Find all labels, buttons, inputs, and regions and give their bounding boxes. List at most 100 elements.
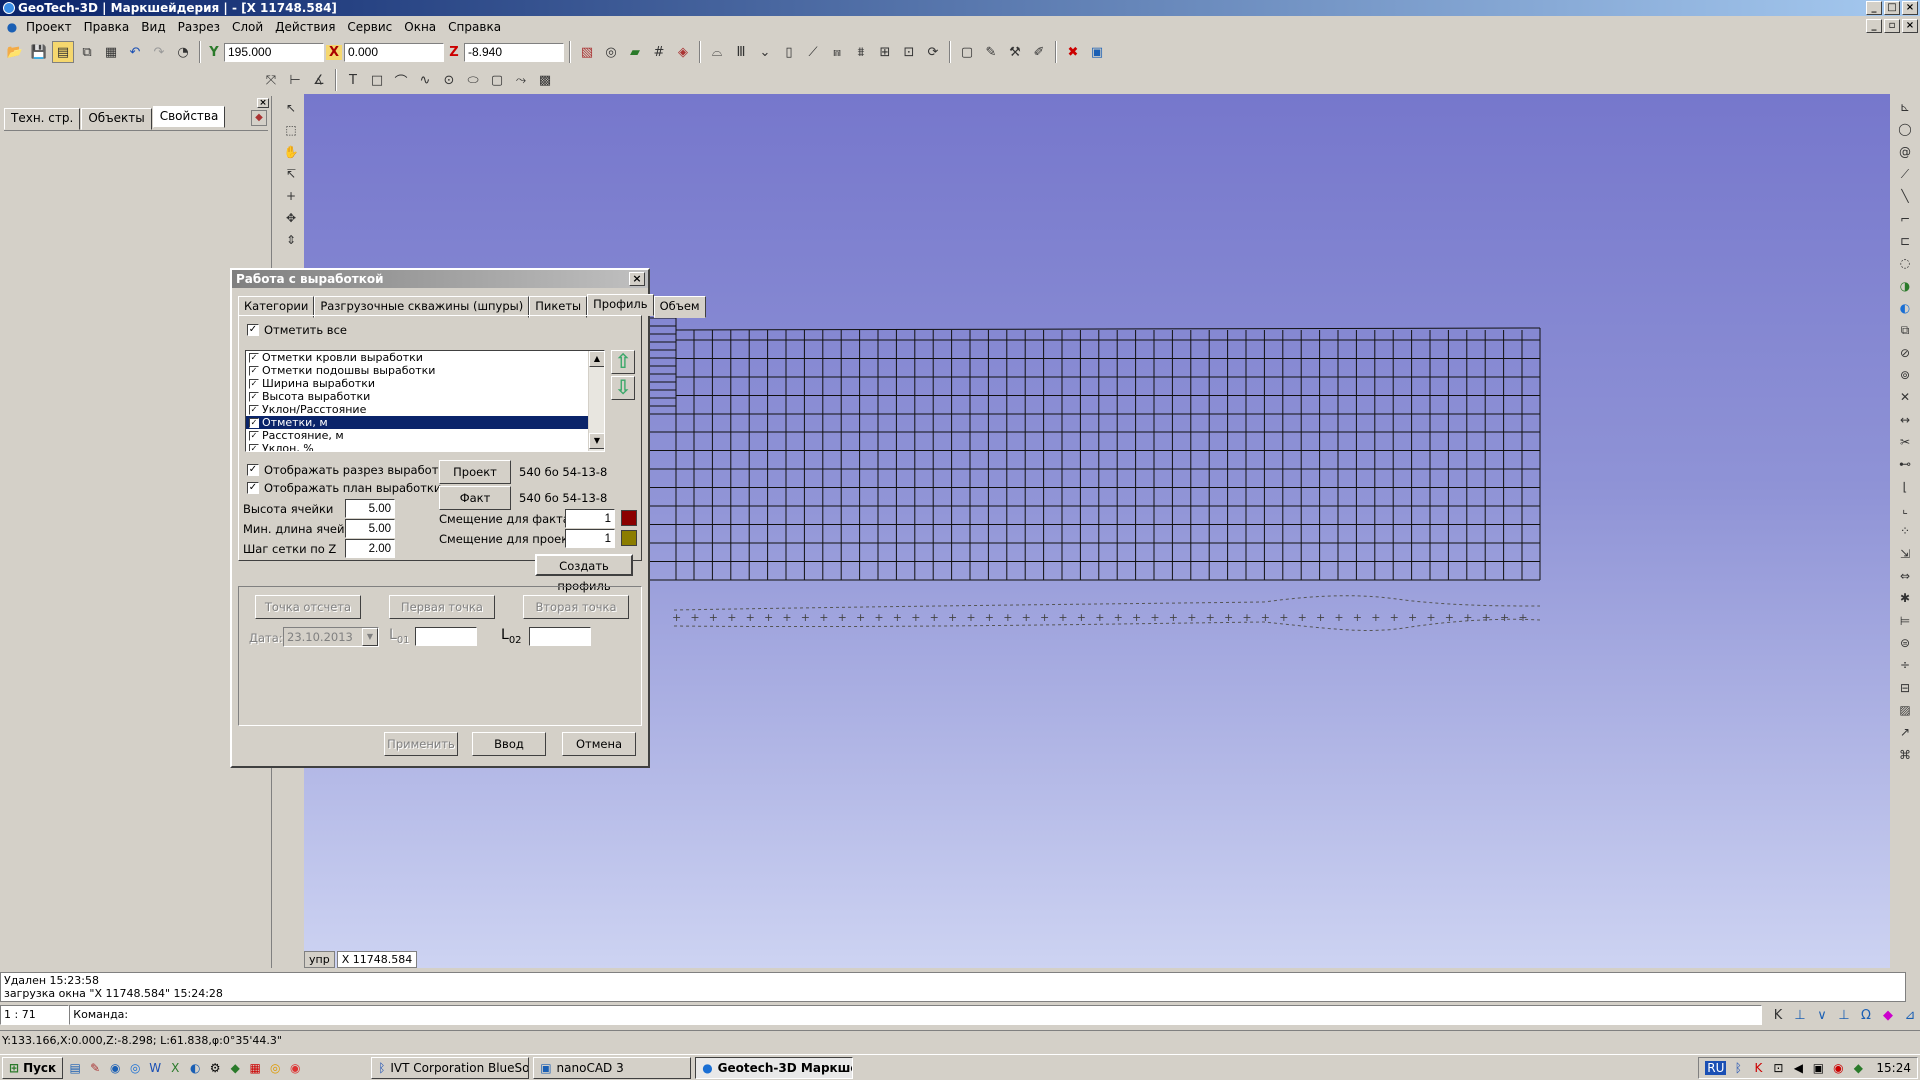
ellipse-icon[interactable]: ⬭ (462, 69, 484, 91)
circle-icon[interactable]: ⊙ (438, 69, 460, 91)
quicklaunch-icon[interactable]: ◎ (127, 1060, 143, 1076)
minimize-button[interactable]: _ (1866, 1, 1882, 15)
tab-tech-structure[interactable]: Техн. стр. (4, 108, 81, 130)
close-button[interactable]: × (1902, 1, 1918, 15)
cell-height-input[interactable] (345, 499, 395, 518)
open-icon[interactable]: 📂 (4, 41, 26, 63)
check-all-checkbox[interactable]: ✓ Отметить все (247, 322, 347, 338)
antivirus-icon[interactable]: K (1750, 1060, 1766, 1076)
add-point-icon[interactable]: + (281, 186, 301, 206)
compass-icon[interactable]: ◑ (1894, 277, 1916, 295)
lasso-icon[interactable]: ↸ (281, 164, 301, 184)
polar-icon[interactable]: ∨ (1812, 1005, 1832, 1025)
join-icon[interactable]: ⊷ (1894, 455, 1916, 473)
explode-icon[interactable]: ✱ (1894, 589, 1916, 607)
language-indicator[interactable]: RU (1705, 1061, 1727, 1075)
quicklaunch-icon[interactable]: ◎ (267, 1060, 283, 1076)
spiral-icon[interactable]: @ (1894, 143, 1916, 161)
checkbox-icon[interactable]: ✓ (249, 378, 259, 389)
dialog-close-icon[interactable]: × (629, 272, 645, 286)
apply-button[interactable]: Применить (384, 732, 458, 756)
menu-section[interactable]: Разрез (172, 17, 226, 37)
tab-section-view[interactable]: X 11748.584 (336, 951, 418, 968)
checkbox-icon[interactable]: ✓ (249, 404, 259, 415)
dialog-title-bar[interactable]: Работа с выработкой × (232, 270, 648, 288)
stairs-icon[interactable]: ⊏ (1894, 232, 1916, 250)
y-coord-input[interactable] (224, 42, 324, 62)
rotate-icon[interactable]: ⟳ (922, 41, 944, 63)
ortho-icon[interactable]: ⊥ (1790, 1005, 1810, 1025)
tunnel-icon[interactable]: ⌓ (706, 41, 728, 63)
list-item[interactable]: ✓ Отметки кровли выработки (246, 351, 604, 364)
fact-button[interactable]: Факт (439, 486, 511, 510)
list-item[interactable]: ✓ Ширина выработки (246, 377, 604, 390)
layer-icon[interactable]: ◐ (1894, 299, 1916, 317)
osnap-icon[interactable]: ◆ (1878, 1005, 1898, 1025)
hatch-icon[interactable]: ▧ (576, 41, 598, 63)
menu-layer[interactable]: Слой (226, 17, 269, 37)
scale-icon[interactable]: ⇲ (1894, 545, 1916, 563)
curve-icon[interactable]: ∿ (414, 69, 436, 91)
second-point-button[interactable]: Вторая точка (523, 595, 629, 619)
rectangle-icon[interactable]: □ (366, 69, 388, 91)
quicklaunch-icon[interactable]: ▦ (247, 1060, 263, 1076)
extend-icon[interactable]: ↔ (1894, 411, 1916, 429)
line-icon[interactable]: ╲ (1894, 187, 1916, 205)
volume-icon[interactable]: ◀ (1790, 1060, 1806, 1076)
offset-fact-input[interactable] (565, 509, 615, 528)
text-icon[interactable]: T (342, 69, 364, 91)
frame-icon[interactable]: ⊡ (898, 41, 920, 63)
scroll-up-icon[interactable]: ▲ (589, 351, 604, 367)
drill-icon[interactable]: ⟋ (802, 41, 824, 63)
l02-input[interactable] (529, 627, 591, 646)
mirror-icon[interactable]: ⊘ (1894, 344, 1916, 362)
surface-icon[interactable]: ▰ (624, 41, 646, 63)
create-profile-button[interactable]: Создать профиль (535, 554, 633, 593)
project-button[interactable]: Проект (439, 460, 511, 484)
list-item[interactable]: ✓ Уклон/Расстояние (246, 403, 604, 416)
panel-close-icon[interactable]: × (257, 98, 269, 108)
wall-icon[interactable]: ⊟ (1894, 679, 1916, 697)
start-button[interactable]: ⊞ Пуск (2, 1056, 64, 1079)
offset-icon[interactable]: ⊚ (1894, 366, 1916, 384)
chevron-down-icon[interactable]: ▼ (362, 628, 378, 646)
copy-object-icon[interactable]: ⧉ (1894, 321, 1916, 339)
cancel-button[interactable]: Отмена (562, 732, 636, 756)
grid-snap-icon[interactable]: ⊥ (1834, 1005, 1854, 1025)
tray-icon[interactable]: ▣ (1810, 1060, 1826, 1076)
snap-icon[interactable]: ⤧ (260, 69, 282, 91)
move-icon[interactable]: ⇕ (281, 230, 301, 250)
array-icon[interactable]: ⁘ (1894, 522, 1916, 540)
maximize-button[interactable]: □ (1884, 1, 1900, 15)
pencil-icon[interactable]: ✐ (1028, 41, 1050, 63)
bluetooth-tray-icon[interactable]: ᛒ (1730, 1060, 1746, 1076)
arc-icon[interactable]: ⌒ (390, 69, 412, 91)
magnet-icon[interactable]: Ω (1856, 1005, 1876, 1025)
network-icon[interactable]: ⊡ (1770, 1060, 1786, 1076)
cube-icon[interactable]: ◈ (672, 41, 694, 63)
edit-icon[interactable]: ✎ (980, 41, 1002, 63)
reference-point-button[interactable]: Точка отсчета (255, 595, 361, 619)
divide-icon[interactable]: ÷ (1894, 656, 1916, 674)
rail-icon[interactable]: ⩩ (850, 41, 872, 63)
road-icon[interactable]: ⩎ (826, 41, 848, 63)
drop-icon[interactable]: ◌ (1894, 254, 1916, 272)
task-geotech[interactable]: ● Geotech-3D Маркшей... (695, 1056, 854, 1079)
menu-project[interactable]: Проект (20, 17, 78, 37)
delete-layer-icon[interactable]: ✖ (1062, 41, 1084, 63)
tab-model[interactable]: упр (304, 951, 335, 968)
enter-button[interactable]: Ввод (472, 732, 546, 756)
align-icon[interactable]: ⊨ (1894, 612, 1916, 630)
tab-objects[interactable]: Объекты (81, 108, 152, 130)
menu-service[interactable]: Сервис (341, 17, 398, 37)
menu-actions[interactable]: Действия (269, 17, 341, 37)
list-item[interactable]: ✓ Уклон, % (246, 442, 604, 451)
corner-icon[interactable]: ⌐ (1894, 210, 1916, 228)
checkbox-icon[interactable]: ✓ (249, 391, 259, 402)
tray-icon[interactable]: ◉ (1830, 1060, 1846, 1076)
hatch-edit-icon[interactable]: ▨ (1894, 701, 1916, 719)
block-icon[interactable]: ▩ (534, 69, 556, 91)
tools-icon[interactable]: ⚒ (1004, 41, 1026, 63)
browser-icon[interactable]: ◉ (287, 1060, 303, 1076)
paste-icon[interactable]: ▦ (100, 41, 122, 63)
